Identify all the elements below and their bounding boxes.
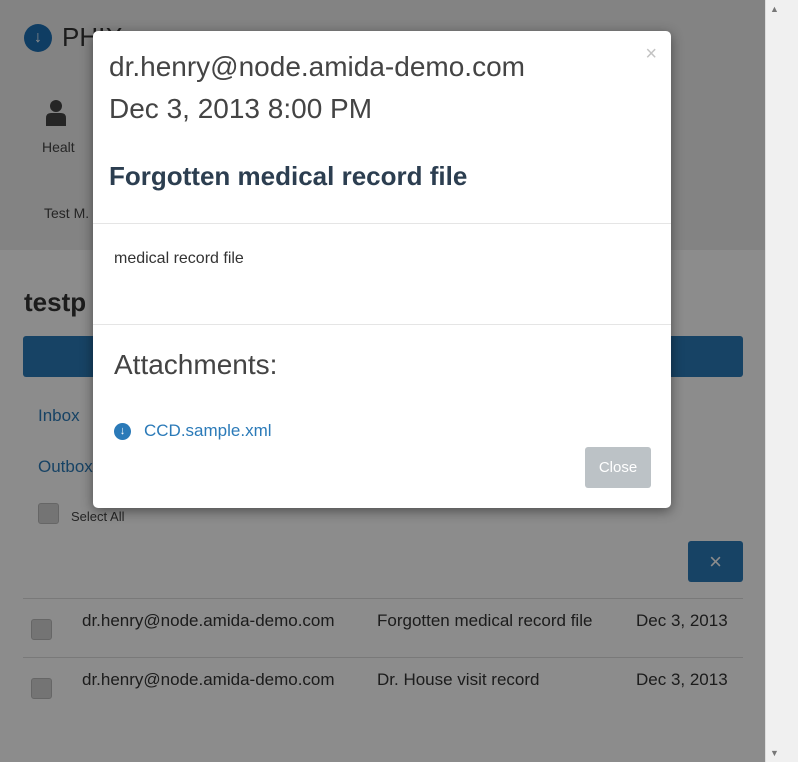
close-icon[interactable]: ×	[645, 43, 657, 66]
attachment-item[interactable]: ↓ CCD.sample.xml	[114, 421, 272, 441]
modal-header: dr.henry@node.amida-demo.com Dec 3, 2013…	[93, 31, 671, 224]
attachment-link[interactable]: CCD.sample.xml	[144, 421, 272, 441]
modal-from: dr.henry@node.amida-demo.com	[109, 51, 525, 82]
download-icon[interactable]: ↓	[114, 422, 131, 440]
modal-subject: Forgotten medical record file	[109, 161, 468, 191]
scroll-up-icon[interactable]: ▲	[770, 4, 779, 14]
close-button[interactable]: Close	[585, 447, 651, 488]
modal-body: medical record file	[93, 224, 671, 325]
scrollbar[interactable]: ▲ ▼	[765, 0, 798, 762]
message-modal: dr.henry@node.amida-demo.com Dec 3, 2013…	[93, 31, 671, 508]
scroll-down-icon[interactable]: ▼	[770, 748, 779, 758]
attachments-title: Attachments:	[114, 349, 278, 380]
modal-message-text: medical record file	[114, 250, 244, 267]
modal-date: Dec 3, 2013 8:00 PM	[109, 93, 373, 124]
